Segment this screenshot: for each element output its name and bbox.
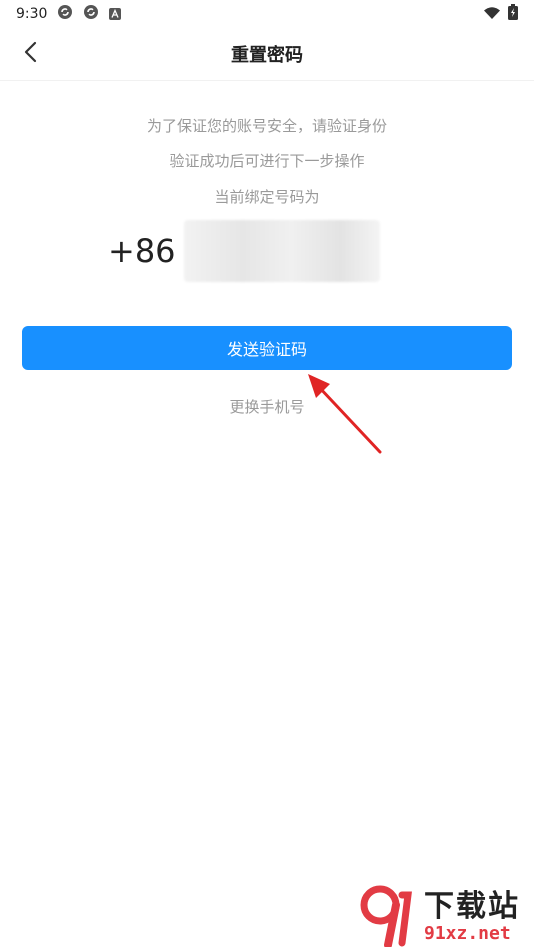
status-time: 9:30 [16, 6, 48, 22]
watermark: 下载站 91xz.net [358, 885, 534, 951]
watermark-title: 下载站 [424, 889, 520, 924]
sync-icon [83, 4, 99, 24]
battery-charging-icon [508, 4, 518, 24]
status-left: 9:30 [16, 4, 122, 24]
back-button[interactable] [14, 38, 46, 70]
phone-number-masked [183, 220, 380, 282]
hint-line-3: 当前绑定号码为 [214, 188, 320, 206]
hint-line-2: 验证成功后可进行下一步操作 [169, 152, 365, 170]
wifi-icon [484, 5, 500, 24]
chevron-left-icon [23, 41, 37, 67]
sync-icon [57, 4, 73, 24]
change-phone-link[interactable]: 更换手机号 [0, 396, 534, 417]
annotation-arrow-icon [308, 374, 382, 454]
hint-line-1: 为了保证您的账号安全，请验证身份 [146, 117, 387, 135]
status-bar: 9:30 [0, 0, 534, 28]
phone-prefix: +86 [108, 232, 176, 270]
nav-bar: 重置密码 [0, 28, 534, 81]
watermark-subtitle: 91xz.net [424, 923, 511, 944]
watermark-logo-icon [358, 885, 418, 951]
a-icon [109, 5, 122, 24]
page-title: 重置密码 [231, 45, 303, 66]
send-code-button[interactable]: 发送验证码 [22, 326, 512, 370]
bound-phone: +86 [108, 220, 380, 282]
watermark-text: 下载站 91xz.net [424, 891, 520, 945]
status-right [484, 4, 518, 24]
